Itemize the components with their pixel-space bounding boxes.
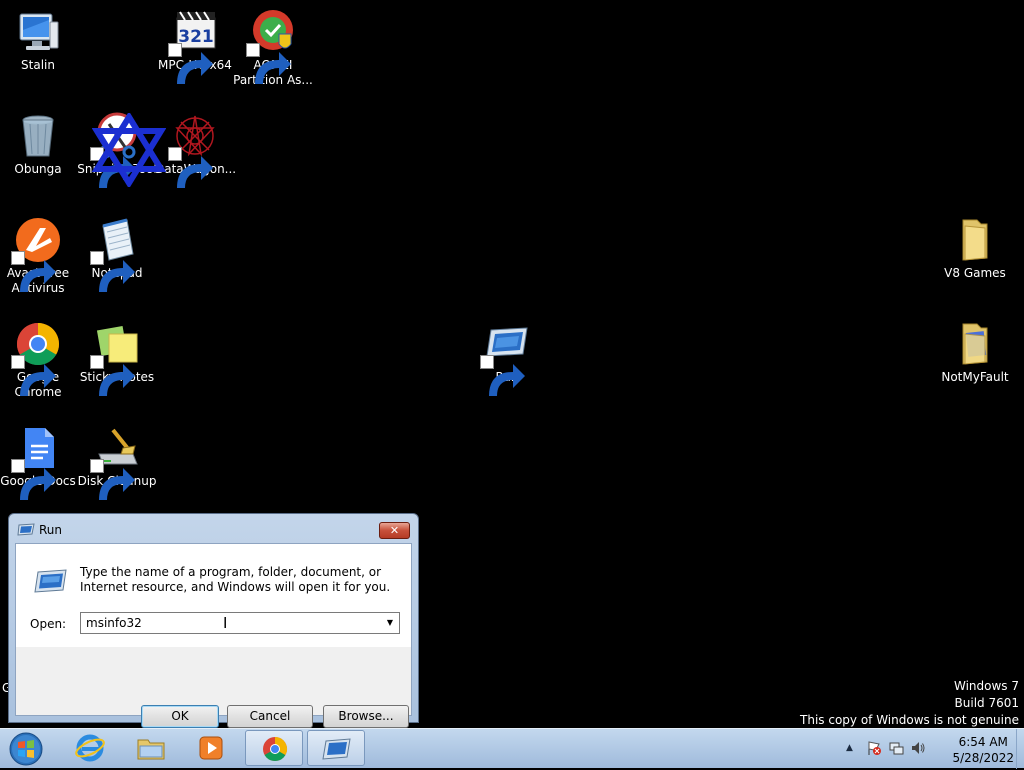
shortcut-arrow-icon (246, 43, 291, 84)
shortcut-arrow-icon (480, 355, 525, 396)
watermark-build: Build 7601 (954, 696, 1019, 710)
windows-logo-icon (9, 732, 43, 766)
shortcut-arrow-icon (90, 147, 135, 188)
taskbar-internet-explorer[interactable] (61, 730, 119, 766)
media-player-icon (199, 736, 223, 760)
desktop-icon-snipping-tool[interactable]: Snipping Tool (77, 112, 157, 188)
folder-icon (951, 216, 999, 264)
taskbar-media-player[interactable] (182, 730, 240, 766)
run-icon (34, 569, 67, 593)
taskbar-windows-explorer[interactable] (122, 730, 180, 766)
internet-explorer-icon (75, 734, 105, 762)
run-dialog-description: Type the name of a program, folder, docu… (80, 565, 391, 594)
folder-icon (137, 739, 165, 760)
media-player-classic-icon: 321 (168, 8, 219, 84)
open-input[interactable] (81, 613, 380, 633)
taskbar-google-chrome[interactable] (245, 730, 303, 766)
shortcut-arrow-icon (11, 355, 56, 396)
chrome-icon (263, 737, 288, 762)
google-docs-icon (11, 424, 62, 500)
sticky-notes-icon (90, 320, 141, 396)
desktop-icon-disk-cleanup[interactable]: Disk Cleanup (77, 424, 157, 500)
desktop-icon-run[interactable]: Run (467, 320, 547, 396)
disk-cleanup-icon (90, 424, 141, 500)
close-icon: ✕ (389, 524, 400, 537)
desktop-icon-sticky-notes[interactable]: Sticky Notes (77, 320, 157, 396)
datawagon-icon (168, 112, 219, 188)
run-dialog-body: Type the name of a program, folder, docu… (15, 543, 412, 728)
shortcut-arrow-icon (11, 251, 56, 292)
desktop-icon-obunga[interactable]: Obunga (0, 112, 78, 177)
open-label: Open: (30, 617, 67, 631)
watermark-not-genuine: This copy of Windows is not genuine (800, 713, 1019, 727)
desktop-icon-datawagon[interactable]: DataWagon... (155, 112, 236, 188)
desktop-icon-label: Stalin (21, 58, 55, 72)
desktop-icon-label: Obunga (14, 162, 62, 176)
text-cursor-icon: I (223, 614, 228, 632)
desktop-icon-label: NotMyFault (941, 370, 1009, 384)
run-icon (322, 738, 351, 760)
shortcut-arrow-icon (90, 355, 135, 396)
close-button[interactable]: ✕ (379, 522, 410, 539)
avast-icon (11, 216, 62, 292)
desktop-icon-notepad[interactable]: Notepad (77, 216, 157, 292)
desktop-icon-aomei[interactable]: AOMEI Partition As... (233, 8, 313, 88)
run-icon (480, 320, 531, 396)
cancel-button[interactable]: Cancel (227, 705, 313, 728)
shortcut-arrow-icon (168, 147, 213, 188)
desktop-icon-stalin[interactable]: Stalin (0, 8, 78, 73)
desktop-icon-google-chrome[interactable]: Google Chrome (0, 320, 78, 400)
system-tray: ▲ 6:54 AM 5/28/2022 (824, 729, 1024, 769)
aomei-partition-icon (246, 8, 297, 84)
recycle-bin-icon (14, 112, 62, 160)
network-icon[interactable] (888, 740, 904, 760)
shortcut-arrow-icon (11, 459, 56, 500)
dropdown-arrow-icon[interactable]: ▼ (381, 613, 399, 633)
taskbar: ▲ 6:54 AM 5/28/2022 (0, 728, 1024, 769)
run-icon (17, 523, 35, 536)
scissors-icon (90, 112, 141, 188)
shortcut-arrow-icon (168, 43, 213, 84)
folder-icon (951, 320, 999, 368)
run-dialog: Run ✕ Type the name of a program, folder… (8, 513, 419, 728)
desktop-icon-notmyfault[interactable]: NotMyFault (935, 320, 1015, 385)
ok-button[interactable]: OK (141, 705, 219, 728)
open-combobox[interactable]: ▼ (80, 612, 400, 634)
show-hidden-icons-button[interactable]: ▲ (846, 743, 853, 753)
start-button[interactable] (4, 731, 48, 767)
desktop-icon-v8-games[interactable]: V8 Games (935, 216, 1015, 281)
action-center-flag-icon[interactable] (866, 740, 882, 760)
watermark-os-name: Windows 7 (953, 679, 1019, 693)
clock-date: 5/28/2022 (952, 751, 1014, 765)
computer-icon (14, 8, 62, 56)
taskbar-clock[interactable]: 6:54 AM 5/28/2022 (952, 734, 1014, 766)
shortcut-arrow-icon (90, 459, 135, 500)
desktop-icon-mpc-hc[interactable]: 321 MPC-HC x64 (155, 8, 235, 84)
browse-button[interactable]: Browse... (323, 705, 409, 728)
chrome-icon (11, 320, 62, 396)
genuine-watermark: Windows 7 Build 7601 This copy of Window… (800, 678, 1019, 729)
show-desktop-button[interactable] (1016, 729, 1024, 769)
run-dialog-titlebar[interactable]: Run ✕ (9, 514, 418, 544)
notepad-icon (90, 216, 141, 292)
volume-icon[interactable] (910, 740, 926, 760)
desktop-icon-google-docs[interactable]: Google Docs (0, 424, 78, 500)
desktop-icon-label: V8 Games (944, 266, 1006, 280)
shortcut-arrow-icon (90, 251, 135, 292)
run-dialog-title: Run (39, 523, 63, 537)
taskbar-run[interactable] (307, 730, 365, 766)
desktop-icon-avast[interactable]: Avast Free Antivirus (0, 216, 78, 296)
clock-time: 6:54 AM (958, 735, 1008, 749)
